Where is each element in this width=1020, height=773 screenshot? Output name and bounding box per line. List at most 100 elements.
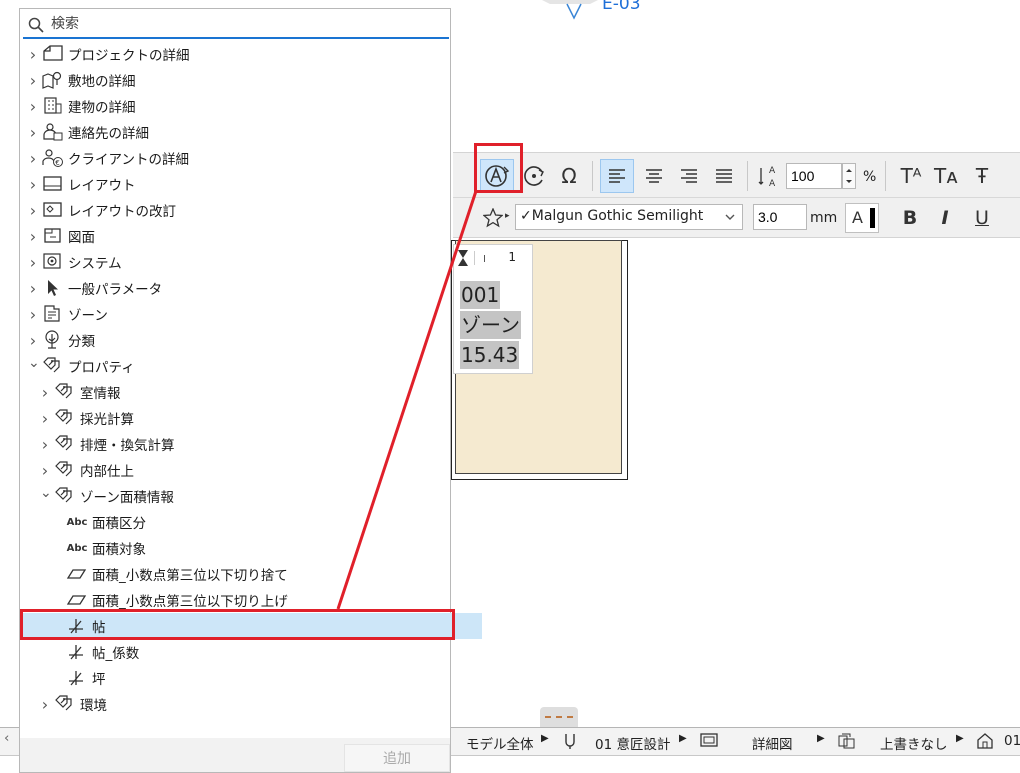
underline-button[interactable]: U [967,203,997,233]
tree-item-16[interactable]: › 内部仕上 [20,457,470,483]
subscript-button[interactable]: Tᴀ [931,161,961,191]
override-icon [838,733,856,749]
tree-item-7[interactable]: › 図面 [20,223,458,249]
chevron-right-icon[interactable]: › [40,383,50,402]
chevron-right-icon[interactable]: › [28,71,38,90]
tree-item-label: 連絡先の詳細 [68,126,149,142]
search-input[interactable] [49,15,443,33]
layer-combination-selector[interactable]: 01 意匠設計 [595,733,670,753]
tree-item-6[interactable]: › レイアウトの改訂 [20,197,458,223]
chevron-right-icon[interactable]: › [28,149,38,168]
tree-item-17[interactable]: ⌄ ゾーン面積情報 [20,483,470,509]
zone-text-line-area[interactable]: 15.43 [460,341,520,369]
chevron-right-icon[interactable]: › [40,435,50,454]
tree-item-label: プロジェクトの詳細 [68,48,190,64]
insert-symbol-button[interactable]: Ω [554,161,584,191]
align-right-icon [681,169,697,183]
detail-level-selector[interactable]: 詳細図 [752,733,793,753]
chevron-right-icon[interactable]: › [28,45,38,64]
tree-item-19[interactable]: Abc 面積対象 [20,535,482,561]
tree-item-15[interactable]: › 排煙・換気計算 [20,431,470,457]
tree-item-label: 室情報 [80,386,121,402]
chevron-right-icon[interactable]: › [40,695,50,714]
panel-drag-handle[interactable] [540,707,578,727]
chevron-right-icon[interactable]: › [28,331,38,350]
zone-text-line-name[interactable]: ゾーン [460,311,521,339]
graphic-override-arrow[interactable]: ▶ [956,733,964,744]
tree-item-8[interactable]: › システム [20,249,458,275]
strikethrough-button[interactable]: Ŧ [967,161,997,191]
tree-item-13[interactable]: › 室情報 [20,379,470,405]
renovation-icon [976,733,994,749]
tree-item-label: 建物の詳細 [68,100,136,116]
search-box[interactable] [23,13,449,39]
align-left-button[interactable] [600,159,634,193]
font-name: Malgun Gothic Semilight [531,208,704,224]
tree-item-label: クライアントの詳細 [68,152,189,168]
detail-level-arrow[interactable]: ▶ [817,733,825,744]
chevron-down-icon [725,214,735,220]
model-scope-selector[interactable]: モデル全体 [466,733,534,753]
highlight-selected-item [20,609,455,640]
chevron-down-icon[interactable]: ⌄ [28,355,40,371]
renovation-selector[interactable]: 01 [1004,733,1020,749]
zone-text-line-number[interactable]: 001 [460,281,501,309]
char-width-stepper[interactable] [842,163,856,189]
italic-button[interactable]: I [930,203,960,233]
tree-item-label: ゾーン [68,308,108,324]
tree-item-5[interactable]: › レイアウト [20,171,458,197]
chevron-right-icon[interactable]: › [40,461,50,480]
graphic-override-selector[interactable]: 上書きなし [880,733,948,753]
chevron-right-icon[interactable]: › [40,409,50,428]
tree-item-23[interactable]: 帖_係数 [20,639,482,665]
chevron-right-icon[interactable]: › [28,279,38,298]
tree-item-11[interactable]: › 分類 [20,327,458,353]
tree-item-10[interactable]: › ゾーン [20,301,458,327]
tree-item-24[interactable]: 坪 [20,665,482,691]
text-color-button[interactable]: A [845,203,879,233]
favorites-button[interactable] [478,203,508,233]
tree-item-4[interactable]: › € クライアントの詳細 [20,145,458,171]
chevron-down-icon[interactable]: ⌄ [40,485,52,501]
chevron-right-icon[interactable]: › [28,201,38,220]
zone-stamp-text-editor[interactable]: 1 001 ゾーン 15.43 [453,244,533,374]
tree-item-25[interactable]: › 環境 [20,691,470,717]
chevron-right-icon[interactable]: › [28,227,38,246]
tree-item-20[interactable]: 面積_小数点第三位以下切り捨て [20,561,482,587]
bold-button[interactable]: B [895,203,925,233]
chevron-right-icon[interactable]: › [28,305,38,324]
abc-icon: Abc [66,512,88,532]
tree-item-2[interactable]: › 建物の詳細 [20,93,458,119]
add-button[interactable]: 追加 [344,744,450,772]
status-left-arrow[interactable]: ‹ [4,730,9,746]
justify-button[interactable] [709,161,739,191]
chevron-right-icon[interactable]: › [28,175,38,194]
superscript-button[interactable]: Tᴬ [896,161,926,191]
tree-item-label: 坪 [92,672,106,688]
align-center-button[interactable] [639,161,669,191]
align-right-button[interactable] [674,161,704,191]
tree-item-label: 図面 [68,230,95,246]
tree-item-12[interactable]: ⌄ プロパティ [20,353,458,379]
char-width-input[interactable] [786,163,842,189]
field-refresh-icon [524,166,544,186]
tree-item-3[interactable]: › 連絡先の詳細 [20,119,458,145]
model-scope-arrow[interactable]: ▶ [541,733,549,744]
chevron-right-icon[interactable]: › [28,123,38,142]
font-size-input[interactable] [753,204,807,230]
font-select[interactable]: ✓Malgun Gothic Semilight [515,204,743,230]
tree-item-14[interactable]: › 採光計算 [20,405,470,431]
favorites-dropdown-arrow[interactable]: ▸ [505,211,510,221]
tree-item-18[interactable]: Abc 面積区分 [20,509,482,535]
tree-item-9[interactable]: › 一般パラメータ [20,275,458,301]
tree-item-label: 敷地の詳細 [68,74,136,90]
tree-item-0[interactable]: › プロジェクトの詳細 [20,41,458,67]
tree-item-1[interactable]: › 敷地の詳細 [20,67,458,93]
insert-field-button[interactable] [519,161,549,191]
tags-icon [54,382,76,402]
area-parallelogram-icon [66,564,88,584]
tree-item-label: 面積区分 [92,516,146,532]
chevron-right-icon[interactable]: › [28,253,38,272]
chevron-right-icon[interactable]: › [28,97,38,116]
layer-combination-arrow[interactable]: ▶ [679,733,687,744]
